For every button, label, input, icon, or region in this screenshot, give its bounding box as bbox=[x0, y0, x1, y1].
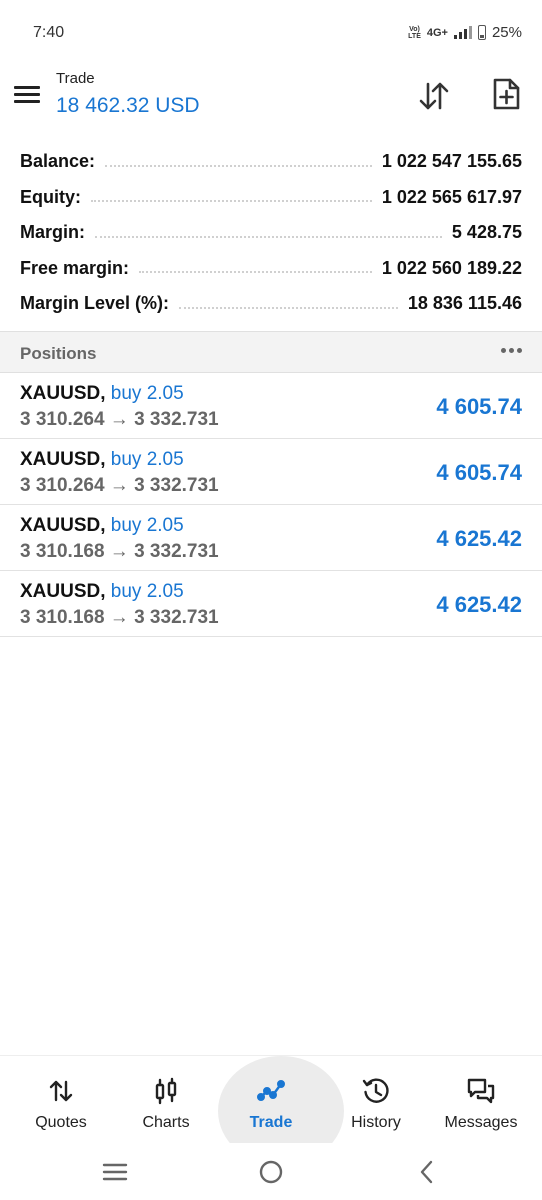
position-symbol: XAUUSD, bbox=[20, 449, 106, 470]
nav-label: Charts bbox=[142, 1114, 190, 1131]
position-row[interactable]: XAUUSD, buy 2.05 3 310.168 → 3 332.731 4… bbox=[0, 505, 542, 571]
volte-icon: Vo) LTE bbox=[408, 25, 421, 40]
android-nav-bar bbox=[0, 1143, 542, 1200]
position-symbol: XAUUSD, bbox=[20, 581, 106, 602]
position-prices: 3 310.168 → 3 332.731 bbox=[20, 607, 219, 628]
position-prices: 3 310.168 → 3 332.731 bbox=[20, 541, 219, 562]
status-icons: Vo) LTE 4G+ 25% bbox=[408, 24, 522, 41]
summary-row-equity: Equity: 1 022 565 617.97 bbox=[0, 180, 542, 216]
summary-label: Margin: bbox=[20, 222, 85, 243]
position-symbol: XAUUSD, bbox=[20, 515, 106, 536]
positions-header: Positions bbox=[0, 331, 542, 373]
account-profit: 18 462.32 USD bbox=[56, 94, 200, 117]
home-icon[interactable] bbox=[256, 1157, 286, 1187]
nav-history[interactable]: History bbox=[322, 1056, 430, 1144]
new-order-icon[interactable] bbox=[488, 76, 524, 112]
battery-icon bbox=[477, 25, 486, 40]
position-row[interactable]: XAUUSD, buy 2.05 3 310.168 → 3 332.731 4… bbox=[0, 571, 542, 637]
sort-arrows-icon[interactable] bbox=[416, 78, 452, 114]
summary-value: 18 836 115.46 bbox=[407, 293, 522, 314]
position-symbol-line: XAUUSD, buy 2.05 bbox=[20, 383, 184, 405]
position-symbol-line: XAUUSD, buy 2.05 bbox=[20, 449, 184, 471]
position-prices: 3 310.264 → 3 332.731 bbox=[20, 475, 219, 496]
summary-value: 1 022 560 189.22 bbox=[381, 257, 522, 278]
position-profit: 4 625.42 bbox=[436, 526, 522, 551]
position-profit: 4 605.74 bbox=[436, 460, 522, 485]
summary-label: Free margin: bbox=[20, 257, 130, 278]
nav-label: Messages bbox=[444, 1114, 518, 1131]
nav-label: History bbox=[351, 1114, 401, 1131]
summary-row-free-margin: Free margin: 1 022 560 189.22 bbox=[0, 251, 542, 287]
recents-icon[interactable] bbox=[100, 1157, 130, 1187]
page-title: Trade bbox=[56, 70, 95, 87]
trend-line-icon bbox=[257, 1079, 286, 1102]
more-options-icon[interactable] bbox=[501, 348, 522, 353]
position-side: buy 2.05 bbox=[110, 515, 184, 536]
dotted-leader bbox=[95, 235, 442, 238]
nav-label: Quotes bbox=[35, 1114, 87, 1131]
bottom-nav: Quotes Charts Trade History Messages bbox=[0, 1055, 542, 1166]
dotted-leader bbox=[179, 306, 398, 309]
positions-list: XAUUSD, buy 2.05 3 310.264 → 3 332.731 4… bbox=[0, 373, 542, 637]
summary-value: 5 428.75 bbox=[451, 222, 522, 243]
positions-title: Positions bbox=[20, 344, 97, 363]
back-icon[interactable] bbox=[412, 1157, 442, 1187]
dotted-leader bbox=[105, 164, 372, 167]
position-symbol: XAUUSD, bbox=[20, 383, 106, 404]
nav-messages[interactable]: Messages bbox=[427, 1056, 535, 1144]
dotted-leader bbox=[91, 200, 372, 203]
nav-charts[interactable]: Charts bbox=[112, 1056, 220, 1144]
summary-value: 1 022 565 617.97 bbox=[381, 186, 522, 207]
quotes-arrows-icon bbox=[49, 1080, 73, 1102]
account-summary: Balance: 1 022 547 155.65 Equity: 1 022 … bbox=[0, 144, 542, 322]
summary-label: Margin Level (%): bbox=[20, 293, 170, 314]
candlestick-icon bbox=[155, 1077, 177, 1105]
summary-row-balance: Balance: 1 022 547 155.65 bbox=[0, 144, 542, 180]
position-symbol-line: XAUUSD, buy 2.05 bbox=[20, 515, 184, 537]
battery-percent: 25% bbox=[491, 24, 522, 41]
summary-label: Equity: bbox=[20, 186, 81, 207]
position-symbol-line: XAUUSD, buy 2.05 bbox=[20, 581, 184, 603]
position-side: buy 2.05 bbox=[110, 449, 184, 470]
nav-quotes[interactable]: Quotes bbox=[7, 1056, 115, 1144]
position-side: buy 2.05 bbox=[110, 383, 184, 404]
summary-row-margin: Margin: 5 428.75 bbox=[0, 215, 542, 251]
position-prices: 3 310.264 → 3 332.731 bbox=[20, 409, 219, 430]
nav-trade[interactable]: Trade bbox=[217, 1056, 344, 1166]
nav-label: Trade bbox=[249, 1114, 293, 1131]
position-row[interactable]: XAUUSD, buy 2.05 3 310.264 → 3 332.731 4… bbox=[0, 439, 542, 505]
chat-bubbles-icon bbox=[467, 1078, 495, 1104]
summary-row-margin-level: Margin Level (%): 18 836 115.46 bbox=[0, 286, 542, 322]
position-side: buy 2.05 bbox=[110, 581, 184, 602]
top-bar: Trade 18 462.32 USD bbox=[0, 62, 542, 130]
summary-value: 1 022 547 155.65 bbox=[381, 151, 522, 172]
status-time: 7:40 bbox=[33, 24, 65, 41]
summary-label: Balance: bbox=[20, 151, 96, 172]
position-row[interactable]: XAUUSD, buy 2.05 3 310.264 → 3 332.731 4… bbox=[0, 373, 542, 439]
position-profit: 4 625.42 bbox=[436, 592, 522, 617]
network-type: 4G+ bbox=[426, 26, 448, 39]
menu-icon[interactable] bbox=[14, 84, 42, 106]
dotted-leader bbox=[139, 271, 372, 274]
status-bar: 7:40 Vo) LTE 4G+ 25% bbox=[0, 0, 542, 62]
signal-icon bbox=[453, 26, 472, 39]
history-clock-icon bbox=[362, 1078, 389, 1103]
position-profit: 4 605.74 bbox=[436, 394, 522, 419]
